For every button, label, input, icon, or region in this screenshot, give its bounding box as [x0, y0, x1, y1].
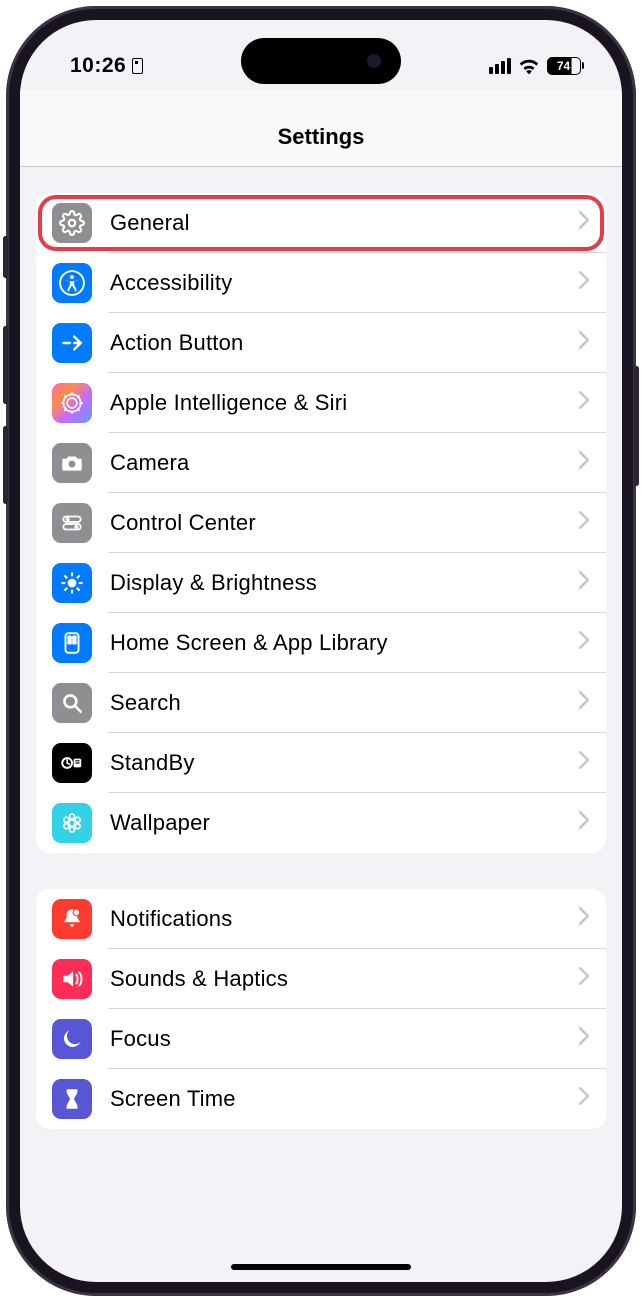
bell-icon	[52, 899, 92, 939]
row-label: General	[110, 210, 578, 236]
chevron-right-icon	[578, 271, 590, 294]
wifi-icon	[518, 58, 540, 74]
chevron-right-icon	[578, 691, 590, 714]
row-accessibility[interactable]: Accessibility	[36, 253, 606, 313]
row-display-brightness[interactable]: Display & Brightness	[36, 553, 606, 613]
settings-group: Notifications Sounds & Haptics Focus	[36, 889, 606, 1129]
chevron-right-icon	[578, 451, 590, 474]
row-label: StandBy	[110, 750, 578, 776]
row-wallpaper[interactable]: Wallpaper	[36, 793, 606, 853]
row-action-button[interactable]: Action Button	[36, 313, 606, 373]
row-label: Notifications	[110, 906, 578, 932]
sim-icon	[132, 58, 143, 74]
chevron-right-icon	[578, 1027, 590, 1050]
camera-icon	[52, 443, 92, 483]
row-notifications[interactable]: Notifications	[36, 889, 606, 949]
siri-icon	[52, 383, 92, 423]
row-label: Wallpaper	[110, 810, 578, 836]
mute-switch	[3, 236, 8, 278]
row-control-center[interactable]: Control Center	[36, 493, 606, 553]
speaker-icon	[52, 959, 92, 999]
row-focus[interactable]: Focus	[36, 1009, 606, 1069]
battery-percentage: 74	[557, 59, 570, 73]
chevron-right-icon	[578, 211, 590, 234]
chevron-right-icon	[578, 571, 590, 594]
page-title: Settings	[20, 90, 622, 167]
status-time: 10:26	[70, 54, 126, 78]
home-indicator[interactable]	[231, 1264, 411, 1270]
row-home-screen[interactable]: Home Screen & App Library	[36, 613, 606, 673]
settings-list: General Accessibility Action Button	[20, 167, 622, 1129]
row-screen-time[interactable]: Screen Time	[36, 1069, 606, 1129]
search-icon	[52, 683, 92, 723]
row-label: Action Button	[110, 330, 578, 356]
row-label: Accessibility	[110, 270, 578, 296]
row-camera[interactable]: Camera	[36, 433, 606, 493]
row-search[interactable]: Search	[36, 673, 606, 733]
chevron-right-icon	[578, 511, 590, 534]
chevron-right-icon	[578, 1087, 590, 1110]
standby-icon	[52, 743, 92, 783]
row-label: Control Center	[110, 510, 578, 536]
chevron-right-icon	[578, 631, 590, 654]
chevron-right-icon	[578, 907, 590, 930]
hourglass-icon	[52, 1079, 92, 1119]
row-label: Home Screen & App Library	[110, 630, 578, 656]
row-label: Apple Intelligence & Siri	[110, 390, 578, 416]
row-label: Focus	[110, 1026, 578, 1052]
gear-icon	[52, 203, 92, 243]
chevron-right-icon	[578, 811, 590, 834]
home-screen-icon	[52, 623, 92, 663]
brightness-icon	[52, 563, 92, 603]
row-label: Search	[110, 690, 578, 716]
action-button-icon	[52, 323, 92, 363]
dynamic-island	[241, 38, 401, 84]
row-label: Sounds & Haptics	[110, 966, 578, 992]
chevron-right-icon	[578, 751, 590, 774]
volume-down-button	[3, 426, 8, 504]
control-center-icon	[52, 503, 92, 543]
battery-indicator: 74	[547, 57, 585, 75]
row-sounds-haptics[interactable]: Sounds & Haptics	[36, 949, 606, 1009]
row-general[interactable]: General	[36, 193, 606, 253]
cellular-signal-icon	[489, 58, 511, 74]
wallpaper-icon	[52, 803, 92, 843]
chevron-right-icon	[578, 331, 590, 354]
settings-group: General Accessibility Action Button	[36, 193, 606, 853]
volume-up-button	[3, 326, 8, 404]
chevron-right-icon	[578, 967, 590, 990]
iphone-frame: 10:26 74 Settings	[6, 6, 636, 1296]
accessibility-icon	[52, 263, 92, 303]
power-button	[634, 366, 639, 486]
moon-icon	[52, 1019, 92, 1059]
row-standby[interactable]: StandBy	[36, 733, 606, 793]
screen: 10:26 74 Settings	[20, 20, 622, 1282]
chevron-right-icon	[578, 391, 590, 414]
row-label: Display & Brightness	[110, 570, 578, 596]
row-label: Camera	[110, 450, 578, 476]
row-label: Screen Time	[110, 1086, 578, 1112]
row-apple-intelligence[interactable]: Apple Intelligence & Siri	[36, 373, 606, 433]
